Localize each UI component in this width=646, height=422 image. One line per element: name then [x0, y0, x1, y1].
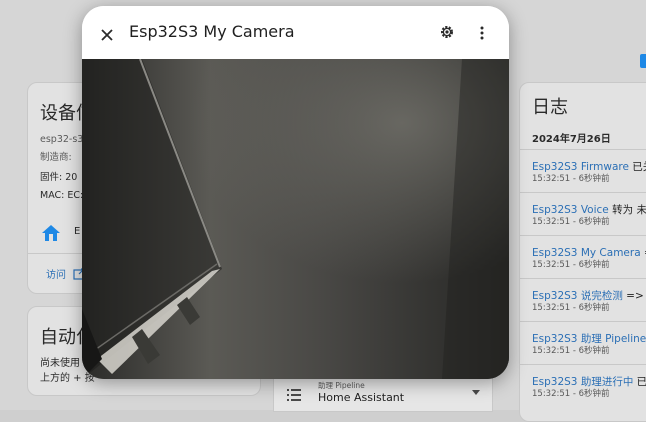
- camera-dialog: Esp32S3 My Camera: [82, 6, 509, 379]
- device-manufacturer: 制造商:: [40, 152, 72, 163]
- logbook-entry[interactable]: Esp32S3 Firmware 已关闭15:32:51 - 6秒钟前: [520, 149, 646, 193]
- pipeline-label: 助理 Pipeline: [318, 381, 365, 390]
- esphome-logo-icon: [41, 223, 61, 243]
- logbook-entry[interactable]: Esp32S3 助理 Pipeline =>15:32:51 - 6秒钟前: [520, 321, 646, 365]
- camera-stream-image: [82, 59, 509, 379]
- logbook-entry-time: 15:32:51 - 6秒钟前: [532, 303, 610, 313]
- logbook-entry-time: 15:32:51 - 6秒钟前: [532, 346, 610, 356]
- right-edge-icon: [640, 54, 646, 68]
- logbook-entry-time: 15:32:51 - 6秒钟前: [532, 389, 610, 399]
- close-icon[interactable]: [101, 26, 113, 41]
- logbook-entry-text: 已关: [636, 376, 646, 388]
- gear-icon[interactable]: [439, 24, 455, 40]
- logbook-entry[interactable]: Esp32S3 Voice 转为 未知15:32:51 - 6秒钟前: [520, 192, 646, 236]
- logbook-entry-text: => 空: [641, 247, 646, 259]
- visit-link[interactable]: 访问: [46, 266, 66, 281]
- device-firmware: 固件: 20: [40, 172, 78, 183]
- device-model: esp32-s3: [40, 134, 84, 145]
- logbook-card: 日志 2024年7月26日 Esp32S3 Firmware 已关闭15:32:…: [519, 82, 646, 422]
- logbook-entry-text: => 默认: [626, 290, 646, 302]
- logbook-title: 日志: [532, 97, 568, 118]
- list-icon: [287, 386, 301, 401]
- logbook-entry-time: 15:32:51 - 6秒钟前: [532, 174, 610, 184]
- automation-text-1: 尚未使用: [40, 358, 80, 369]
- device-brand-letter: E: [74, 226, 81, 237]
- logbook-entry[interactable]: Esp32S3 说完检测 => 默认15:32:51 - 6秒钟前: [520, 278, 646, 322]
- logbook-entry-text: 转为 未知: [612, 204, 646, 216]
- pipeline-value: Home Assistant: [318, 391, 405, 404]
- logbook-entry-time: 15:32:51 - 6秒钟前: [532, 260, 610, 270]
- dialog-header: Esp32S3 My Camera: [82, 6, 509, 59]
- logbook-date: 2024年7月26日: [532, 134, 611, 145]
- dropdown-arrow-icon: [472, 390, 480, 395]
- logbook-entry[interactable]: Esp32S3 My Camera => 空15:32:51 - 6秒钟前: [520, 235, 646, 279]
- device-mac: MAC: EC:: [40, 190, 84, 201]
- logbook-entry-time: 15:32:51 - 6秒钟前: [532, 217, 610, 227]
- logbook-entry[interactable]: Esp32S3 助理进行中 已关15:32:51 - 6秒钟前: [520, 364, 646, 408]
- logbook-entry-text: 已关闭: [632, 161, 646, 173]
- more-vertical-icon[interactable]: [479, 25, 485, 40]
- dialog-title: Esp32S3 My Camera: [129, 22, 295, 41]
